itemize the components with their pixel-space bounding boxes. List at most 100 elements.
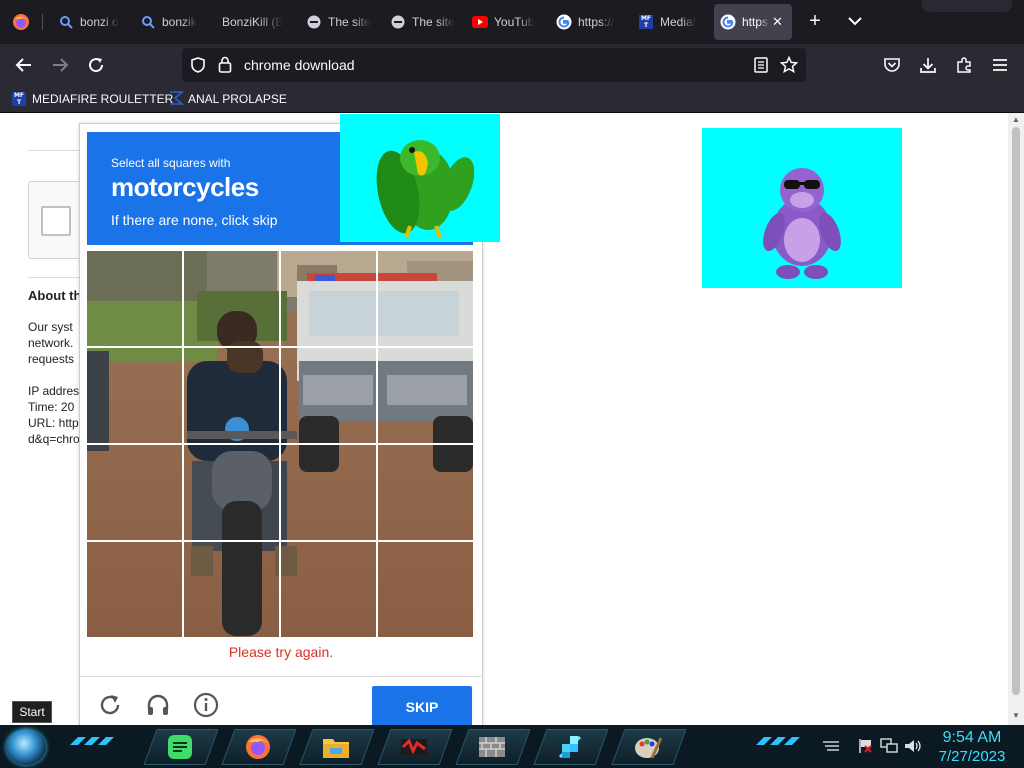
captcha-tile[interactable] — [377, 348, 474, 445]
clock-time[interactable]: 9:54 AM — [936, 729, 1008, 747]
headphones-icon[interactable] — [144, 691, 172, 719]
tab-site-2[interactable]: The site — [386, 4, 456, 40]
scrollbar-thumb[interactable] — [1012, 127, 1020, 695]
close-tab-icon[interactable]: ✕ — [772, 14, 783, 30]
vertical-scrollbar[interactable]: ▲ ▼ — [1008, 113, 1024, 725]
tab-bonzi-1[interactable]: bonzi o — [52, 4, 126, 40]
google-icon — [720, 14, 736, 30]
tab-separator — [42, 14, 43, 30]
about-heading: About th — [28, 288, 82, 303]
tab-google-active[interactable]: https ✕ — [714, 4, 792, 40]
tab-bonzikill[interactable]: BonziKill (B — [218, 4, 288, 40]
navigation-toolbar: chrome download — [0, 44, 1024, 86]
bookmark-mediafire-rouletter[interactable]: MF T MEDIAFIRE ROULETTER — [12, 90, 173, 108]
blocked-icon — [306, 14, 322, 30]
scroll-up-arrow-icon[interactable]: ▲ — [1012, 115, 1020, 124]
captcha-tile[interactable] — [87, 541, 184, 638]
body-line: Our syst — [28, 320, 73, 334]
shield-icon[interactable] — [190, 57, 206, 78]
media-app-icon[interactable] — [400, 733, 428, 761]
reload-icon[interactable] — [96, 691, 124, 719]
captcha-tile[interactable] — [280, 348, 377, 445]
window-controls[interactable] — [922, 0, 1012, 12]
taskbar-decoration — [756, 737, 800, 745]
tab-mediafire[interactable]: MF T Mediaf — [634, 4, 704, 40]
tab-title: bonzik — [162, 15, 197, 29]
forward-arrow-icon[interactable] — [48, 53, 72, 77]
firefox-icon[interactable] — [244, 733, 272, 761]
captcha-tile[interactable] — [280, 541, 377, 638]
reload-icon[interactable] — [84, 53, 108, 77]
web-page: About th Our syst network. requests IP a… — [0, 113, 1008, 725]
green-parrot-image — [340, 114, 500, 242]
captcha-tile[interactable] — [184, 251, 281, 348]
captcha-tile[interactable] — [87, 348, 184, 445]
mft-icon: MF T — [12, 92, 26, 106]
show-hidden-icons-icon[interactable] — [822, 737, 840, 755]
downloads-icon[interactable] — [916, 53, 940, 77]
tab-title: YouTub — [494, 15, 535, 29]
file-explorer-icon[interactable] — [322, 733, 350, 761]
tab-list-chevron-icon[interactable] — [844, 10, 866, 32]
captcha-error-message: Please try again. — [228, 644, 334, 660]
pocket-icon[interactable] — [880, 53, 904, 77]
captcha-tile[interactable] — [377, 444, 474, 541]
clock-date[interactable]: 7/27/2023 — [932, 748, 1012, 765]
tab-bonzi-2[interactable]: bonzik — [136, 4, 206, 40]
url-text[interactable]: chrome download — [244, 57, 355, 73]
captcha-tile[interactable] — [280, 444, 377, 541]
address-bar[interactable]: chrome download — [182, 48, 806, 82]
captcha-instruction: Select all squares with — [111, 156, 231, 170]
volume-icon[interactable] — [904, 737, 922, 755]
bookmark-anal-prolapse[interactable]: ANAL PROLAPSE — [168, 90, 287, 108]
action-center-flag-icon[interactable] — [856, 737, 874, 755]
captcha-tile[interactable] — [87, 251, 184, 348]
new-tab-button[interactable]: + — [804, 10, 826, 32]
tab-youtube[interactable]: YouTub — [468, 4, 538, 40]
body-line: network. — [28, 336, 74, 350]
tab-site-1[interactable]: The site — [302, 4, 372, 40]
network-icon[interactable] — [880, 737, 898, 755]
captcha-hint: If there are none, click skip — [111, 212, 278, 228]
notes-app-icon[interactable] — [166, 733, 194, 761]
meta-line: d&q=chro — [28, 432, 80, 446]
captcha-tile[interactable] — [377, 251, 474, 348]
skip-button[interactable]: SKIP — [372, 686, 472, 725]
lock-icon[interactable] — [218, 56, 232, 78]
captcha-tile[interactable] — [184, 541, 281, 638]
firefox-logo-icon[interactable] — [12, 13, 30, 31]
scroll-down-arrow-icon[interactable]: ▼ — [1012, 711, 1020, 720]
youtube-icon — [472, 14, 488, 30]
search-icon — [58, 14, 74, 30]
taskbar-decoration — [70, 737, 114, 745]
search-icon — [140, 14, 156, 30]
bonzi-buddy-image — [702, 128, 902, 288]
info-icon[interactable] — [192, 691, 220, 719]
captcha-tile[interactable] — [184, 348, 281, 445]
reader-view-icon[interactable] — [754, 57, 768, 78]
tab-title: https:// — [578, 15, 615, 29]
bricks-app-icon[interactable] — [478, 733, 506, 761]
captcha-tile[interactable] — [280, 251, 377, 348]
sigma-icon — [168, 90, 185, 109]
paint-icon[interactable] — [634, 733, 662, 761]
captcha-footer: SKIP — [80, 676, 482, 725]
bookmark-star-icon[interactable] — [779, 55, 799, 79]
start-button[interactable] — [6, 729, 46, 765]
menu-hamburger-icon[interactable] — [988, 53, 1012, 77]
captcha-tile[interactable] — [377, 541, 474, 638]
captcha-target: motorcycles — [111, 172, 259, 202]
extensions-icon[interactable] — [952, 53, 976, 77]
tab-title: BonziKill (B — [222, 15, 284, 29]
recaptcha-checkbox[interactable] — [41, 206, 71, 236]
tab-strip: bonzi o bonzik BonziKill (B The site The… — [0, 0, 1024, 44]
captcha-tile[interactable] — [184, 444, 281, 541]
tab-title: The site — [412, 15, 455, 29]
captcha-tile[interactable] — [87, 444, 184, 541]
tiles-app-icon[interactable] — [556, 733, 584, 761]
tab-google-1[interactable]: https:// — [552, 4, 622, 40]
blocked-icon — [390, 14, 406, 30]
back-arrow-icon[interactable] — [12, 53, 36, 77]
tab-title: bonzi o — [80, 15, 119, 29]
bookmarks-toolbar: MF T MEDIAFIRE ROULETTER ANAL PROLAPSE — [0, 86, 1024, 113]
